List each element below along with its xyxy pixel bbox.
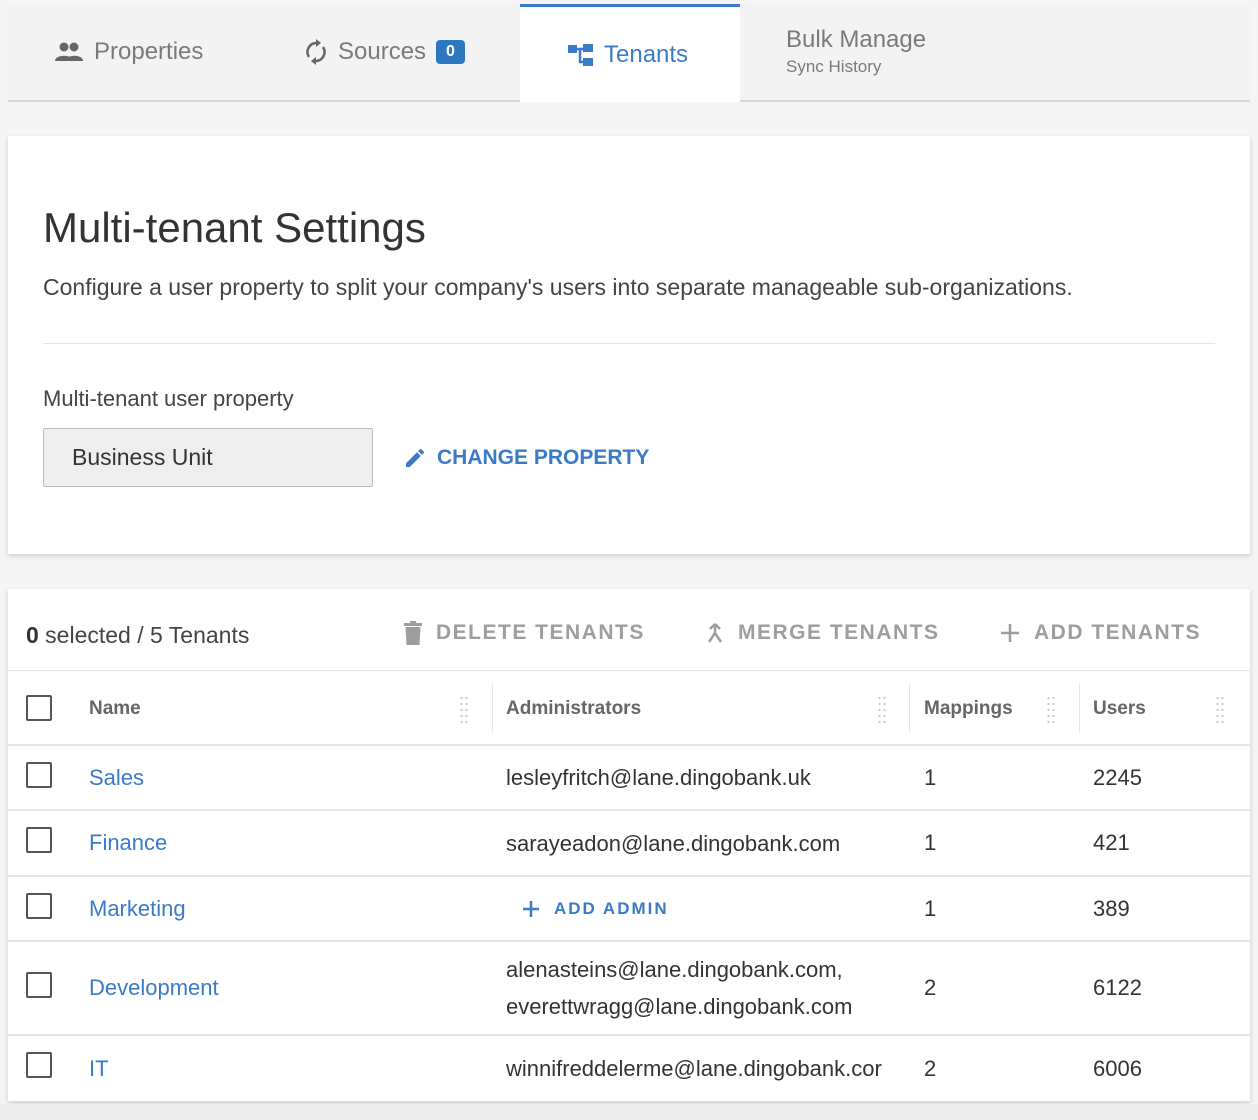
admin-email: lesleyfritch@lane.dingobank.uk bbox=[506, 765, 811, 790]
admin-email-list: sarayeadon@lane.dingobank.com bbox=[506, 825, 910, 862]
column-header-mappings[interactable]: Mappings bbox=[924, 671, 1013, 746]
row-checkbox[interactable] bbox=[26, 972, 52, 998]
tab-sources-label: Sources bbox=[338, 38, 427, 65]
add-tenants-label: ADD TENANTS bbox=[1034, 621, 1201, 644]
tab-bulk-manage[interactable]: Bulk Manage Sync History bbox=[740, 4, 926, 100]
admin-email: winnifreddelerme@lane.dingobank.cor bbox=[506, 1056, 882, 1081]
page-title: Multi-tenant Settings bbox=[43, 204, 426, 251]
delete-tenants-button[interactable]: DELETE TENANTS bbox=[404, 621, 645, 645]
users-count: 389 bbox=[1093, 895, 1130, 921]
administrators-cell: sarayeadon@lane.dingobank.com bbox=[506, 811, 910, 875]
column-divider bbox=[909, 683, 910, 733]
add-tenants-button[interactable]: ADD TENANTS bbox=[1000, 621, 1201, 645]
plus-icon bbox=[522, 900, 540, 918]
merge-tenants-label: MERGE TENANTS bbox=[738, 621, 940, 644]
users-count: 2245 bbox=[1093, 764, 1142, 790]
admin-email-list: alenasteins@lane.dingobank.com, everettwr… bbox=[506, 951, 910, 1025]
table-row: Development alenasteins@lane.dingobank.co… bbox=[8, 942, 1250, 1036]
change-property-label: CHANGE PROPERTY bbox=[437, 446, 650, 469]
mappings-count: 1 bbox=[924, 830, 937, 855]
column-divider bbox=[1079, 683, 1080, 733]
property-label: Multi-tenant user property bbox=[43, 386, 294, 411]
tenant-name-link[interactable]: IT bbox=[89, 1036, 109, 1101]
tenant-name-link[interactable]: Development bbox=[89, 942, 219, 1034]
merge-icon bbox=[706, 622, 724, 644]
mappings-count: 1 bbox=[924, 764, 937, 790]
tab-tenants-label: Tenants bbox=[604, 40, 689, 68]
users-count: 421 bbox=[1093, 830, 1130, 855]
tenant-name-link[interactable]: Sales bbox=[89, 746, 144, 809]
admin-email-list: winnifreddelerme@lane.dingobank.cor bbox=[506, 1050, 910, 1087]
administrators-cell: alenasteins@lane.dingobank.com, everettwr… bbox=[506, 942, 910, 1034]
column-resize-handle[interactable] bbox=[1215, 695, 1225, 725]
people-icon bbox=[54, 42, 84, 62]
plus-icon bbox=[1000, 623, 1020, 643]
mappings-count: 1 bbox=[924, 895, 937, 921]
tab-properties[interactable]: Properties bbox=[8, 4, 258, 100]
page-footer-area bbox=[0, 1104, 1258, 1120]
column-resize-handle[interactable] bbox=[1046, 695, 1056, 725]
admin-email: everettwragg@lane.dingobank.com bbox=[506, 994, 853, 1019]
admin-email-list: lesleyfritch@lane.dingobank.uk bbox=[506, 759, 910, 796]
select-all-checkbox[interactable] bbox=[26, 695, 52, 721]
tab-tenants[interactable]: Tenants bbox=[520, 4, 740, 102]
add-admin-button[interactable]: ADD ADMIN bbox=[522, 890, 669, 927]
row-checkbox[interactable] bbox=[26, 827, 52, 853]
column-header-users[interactable]: Users bbox=[1093, 671, 1146, 746]
delete-tenants-label: DELETE TENANTS bbox=[436, 621, 645, 644]
table-row: IT winnifreddelerme@lane.dingobank.cor 2 60… bbox=[8, 1036, 1250, 1101]
selection-count: 0 selected / 5 Tenants bbox=[26, 622, 249, 649]
tab-bulk-manage-label: Bulk Manage bbox=[786, 26, 927, 53]
tab-bulk-manage-sublabel[interactable]: Sync History bbox=[786, 56, 881, 78]
change-property-button[interactable]: CHANGE PROPERTY bbox=[403, 441, 649, 475]
sync-icon bbox=[304, 39, 328, 65]
table-row: Finance sarayeadon@lane.dingobank.com 1 421 bbox=[8, 811, 1250, 877]
tenants-table-card: 0 selected / 5 Tenants DELETE TENANTS ME… bbox=[8, 589, 1250, 1101]
tab-sources[interactable]: Sources 0 bbox=[258, 4, 520, 100]
admin-email: sarayeadon@lane.dingobank.com bbox=[506, 830, 841, 856]
sources-count-badge: 0 bbox=[436, 40, 465, 64]
table-row: Marketing ADD ADMIN 1 389 bbox=[8, 877, 1250, 942]
multi-tenant-settings-card: Multi-tenant Settings Configure a user p… bbox=[8, 136, 1250, 554]
add-admin-label: ADD ADMIN bbox=[554, 899, 669, 918]
tenant-name-link[interactable]: Finance bbox=[89, 811, 167, 875]
property-value-field: Business Unit bbox=[43, 428, 373, 487]
column-header-administrators[interactable]: Administrators bbox=[506, 671, 641, 746]
merge-tenants-button[interactable]: MERGE TENANTS bbox=[706, 621, 940, 645]
trash-icon bbox=[404, 621, 422, 645]
column-header-name[interactable]: Name bbox=[89, 671, 141, 746]
users-count: 6122 bbox=[1093, 975, 1142, 1000]
table-row: Sales lesleyfritch@lane.dingobank.uk 1 2245 bbox=[8, 746, 1250, 811]
selection-suffix: selected / 5 Tenants bbox=[38, 622, 250, 648]
mappings-count: 2 bbox=[924, 975, 937, 1000]
tenants-toolbar: 0 selected / 5 Tenants DELETE TENANTS ME… bbox=[8, 589, 1250, 671]
mappings-count: 2 bbox=[924, 1055, 937, 1081]
hierarchy-icon bbox=[568, 43, 594, 67]
users-count: 6006 bbox=[1093, 1055, 1142, 1081]
tenant-name-link[interactable]: Marketing bbox=[89, 877, 186, 940]
administrators-cell: ADD ADMIN bbox=[506, 877, 669, 940]
column-resize-handle[interactable] bbox=[459, 695, 469, 725]
tab-bar: Properties Sources 0 Tenants Bulk Manage… bbox=[8, 4, 1250, 102]
administrators-cell: lesleyfritch@lane.dingobank.uk bbox=[506, 746, 910, 809]
row-checkbox[interactable] bbox=[26, 1051, 52, 1078]
selected-number: 0 bbox=[26, 622, 39, 648]
row-checkbox[interactable] bbox=[26, 761, 52, 788]
column-divider bbox=[492, 683, 493, 733]
tab-properties-label: Properties bbox=[94, 38, 204, 65]
table-header: Name Administrators Mappings Users bbox=[8, 671, 1250, 746]
row-checkbox[interactable] bbox=[26, 892, 52, 919]
pencil-icon bbox=[403, 446, 427, 470]
divider bbox=[43, 343, 1215, 344]
settings-description: Configure a user property to split your … bbox=[43, 274, 1073, 300]
column-resize-handle[interactable] bbox=[877, 695, 887, 725]
admin-email: alenasteins@lane.dingobank.com, bbox=[506, 957, 843, 982]
administrators-cell: winnifreddelerme@lane.dingobank.cor bbox=[506, 1036, 910, 1101]
